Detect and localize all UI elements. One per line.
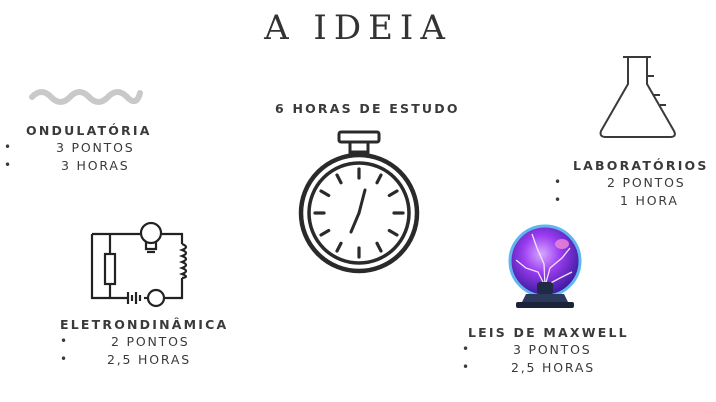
page-title: A IDEIA [264,8,452,48]
circuit-icon [90,221,188,308]
topic-list-laboratorios: • 2 PONTOS • 1 HORA [554,174,714,209]
stopwatch-icon [298,130,420,274]
center-heading: 6 HORAS DE ESTUDO [275,101,460,116]
topic-heading-ondulatoria: ONDULATÓRIA [26,123,152,138]
plasma-ball-icon [508,224,582,308]
topic-list-maxwell: • 3 PONTOS • 2,5 HORAS [462,341,642,376]
wave-icon [29,89,143,105]
flask-icon [599,56,676,138]
list-item: • 3 PONTOS [462,342,592,357]
topic-list-eletrondinamica: • 2 PONTOS • 2,5 HORAS [60,333,240,368]
topic-list-ondulatoria: • 3 PONTOS • 3 HORAS [4,139,164,174]
topic-heading-laboratorios: LABORATÓRIOS [573,158,709,173]
list-item: • 2,5 HORAS [462,359,595,375]
list-item: • 2,5 HORAS [60,351,191,367]
list-item: • 2 PONTOS [554,175,686,190]
topic-heading-eletrondinamica: ELETRONDINÂMICA [60,317,229,332]
list-item: • 3 HORAS [4,157,130,173]
topic-heading-maxwell: LEIS DE MAXWELL [468,325,629,340]
list-item: • 3 PONTOS [4,140,135,155]
list-item: • 1 HORA [554,192,679,208]
list-item: • 2 PONTOS [60,334,190,349]
